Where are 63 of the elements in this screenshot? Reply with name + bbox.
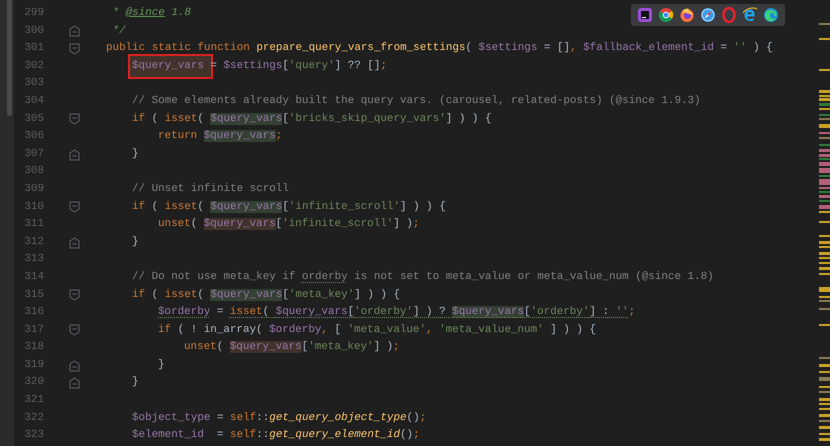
fold-marker-icon[interactable] — [69, 201, 80, 214]
segmented-circle-icon[interactable] — [658, 7, 674, 23]
line-number: 300 — [23, 24, 44, 39]
code-line: unset( $query_vars['meta_key'] ); — [184, 340, 400, 356]
code-line: $object_type = self::get_query_object_type(); — [132, 410, 426, 426]
code-line: * @since 1.8 — [112, 6, 191, 21]
code-line: public static function prepare_query_vars_from_settings( $settings = [], $fallback_element_id = '' ) { — [106, 41, 773, 56]
line-number: 304 — [23, 94, 44, 109]
fold-marker-icon[interactable] — [69, 148, 80, 161]
line-number: 320 — [23, 375, 44, 390]
flame-circle-icon[interactable] — [679, 7, 695, 23]
line-number: 318 — [23, 340, 44, 356]
line-number: 323 — [23, 428, 44, 444]
line-number: 305 — [23, 112, 44, 127]
fold-marker-icon[interactable] — [69, 360, 80, 372]
line-number: 322 — [23, 410, 44, 426]
fold-marker-icon[interactable] — [69, 42, 80, 55]
code-line: $element_id = self::get_query_element_id(); — [132, 428, 420, 444]
line-number: 301 — [23, 41, 44, 56]
line-number: 307 — [23, 146, 44, 162]
code-line: // Unset infinite scroll — [132, 182, 289, 197]
line-number: 306 — [23, 129, 44, 144]
code-line: } — [132, 146, 139, 162]
fold-marker-icon[interactable] — [69, 25, 80, 38]
code-line: return $query_vars; — [158, 129, 282, 144]
code-line: if ( ! in_array( $orderby, [ 'meta_value', 'meta_value_num' ] ) ) { — [158, 322, 596, 338]
app-tile-icon[interactable] — [637, 7, 653, 23]
code-line: } — [132, 375, 139, 390]
line-number: 303 — [23, 76, 44, 92]
line-number: 315 — [23, 288, 44, 302]
line-number: 321 — [23, 393, 44, 408]
swirl-icon[interactable] — [763, 7, 779, 23]
line-number: 310 — [23, 200, 44, 215]
line-number: 316 — [23, 305, 44, 320]
line-number: 314 — [23, 270, 44, 285]
code-line: // Some elements already built the query vars. (carousel, related-posts) (@since 1.9.3) — [132, 94, 701, 109]
code-line: unset( $query_vars['infinite_scroll'] ); — [158, 217, 420, 232]
scrollbar-thumb[interactable] — [7, 0, 12, 116]
fold-marker-icon[interactable] — [69, 236, 80, 249]
fold-marker-icon[interactable] — [69, 377, 80, 390]
line-number: 313 — [23, 252, 44, 268]
code-line: if ( isset( $query_vars['meta_key'] ) ) { — [132, 288, 400, 302]
line-number: 312 — [23, 234, 44, 250]
ring-icon[interactable] — [721, 7, 737, 23]
line-number: 311 — [23, 217, 44, 232]
letter-e-icon[interactable] — [742, 7, 758, 23]
code-line: */ — [112, 24, 126, 39]
line-number: 317 — [23, 322, 44, 338]
code-line: // Do not use meta_key if orderby is not set to meta_value or meta_value_num (@since 1.8) — [132, 270, 714, 285]
line-number: 319 — [23, 358, 44, 373]
code-line: if ( isset( $query_vars['infinite_scroll'] ) ) { — [132, 200, 446, 215]
line-number: 299 — [23, 6, 44, 21]
line-number: 309 — [23, 182, 44, 197]
line-number: 308 — [23, 164, 44, 180]
code-line: } — [158, 358, 165, 373]
compass-icon[interactable] — [700, 7, 716, 23]
code-line: $orderby = isset( $query_vars['orderby'] ) ? $query_vars['orderby'] : ''; — [158, 305, 636, 320]
fold-marker-icon[interactable] — [69, 289, 80, 302]
code-line: } — [132, 234, 139, 250]
code-line: if ( isset( $query_vars['bricks_skip_query_vars'] ) ) { — [132, 112, 492, 127]
line-number: 302 — [23, 58, 44, 74]
fold-marker-icon[interactable] — [69, 113, 80, 126]
fold-marker-icon[interactable] — [69, 324, 80, 336]
